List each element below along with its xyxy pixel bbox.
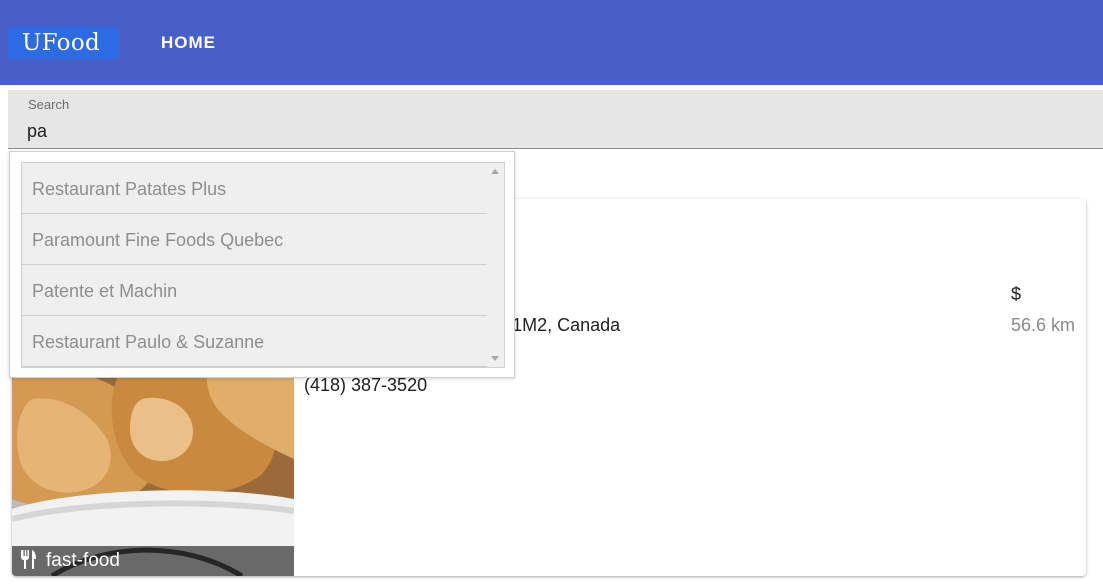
ufood-logo[interactable]: UFood xyxy=(8,27,119,59)
search-label: Search xyxy=(28,97,70,112)
suggestion-item[interactable]: Restaurant Paulo & Suzanne xyxy=(22,316,487,367)
category-badge: fast-food xyxy=(12,546,294,576)
suggestions-list[interactable]: Restaurant Patates Plus Paramount Fine F… xyxy=(21,162,505,368)
search-suggestions-dropdown: Restaurant Patates Plus Paramount Fine F… xyxy=(9,151,515,378)
top-app-bar: UFood HOME xyxy=(0,0,1103,85)
suggestion-item[interactable]: Patente et Machin xyxy=(22,265,487,316)
search-input[interactable] xyxy=(27,118,1087,144)
search-field[interactable]: Search xyxy=(8,90,1103,149)
restaurant-distance: 56.6 km xyxy=(1011,315,1076,335)
restaurant-phone: (418) 387-3520 xyxy=(304,375,428,395)
price-level: $ xyxy=(1011,284,1022,304)
suggestion-item[interactable]: Restaurant Patates Plus xyxy=(22,163,487,214)
suggestions-scrollbar[interactable] xyxy=(487,163,504,367)
fork-knife-icon xyxy=(21,550,36,569)
scroll-up-arrow-icon[interactable] xyxy=(491,169,499,174)
nav-home-link[interactable]: HOME xyxy=(161,33,216,53)
category-label: fast-food xyxy=(46,550,120,571)
suggestion-item[interactable]: Paramount Fine Foods Quebec xyxy=(22,214,487,265)
scroll-down-arrow-icon[interactable] xyxy=(491,356,499,361)
